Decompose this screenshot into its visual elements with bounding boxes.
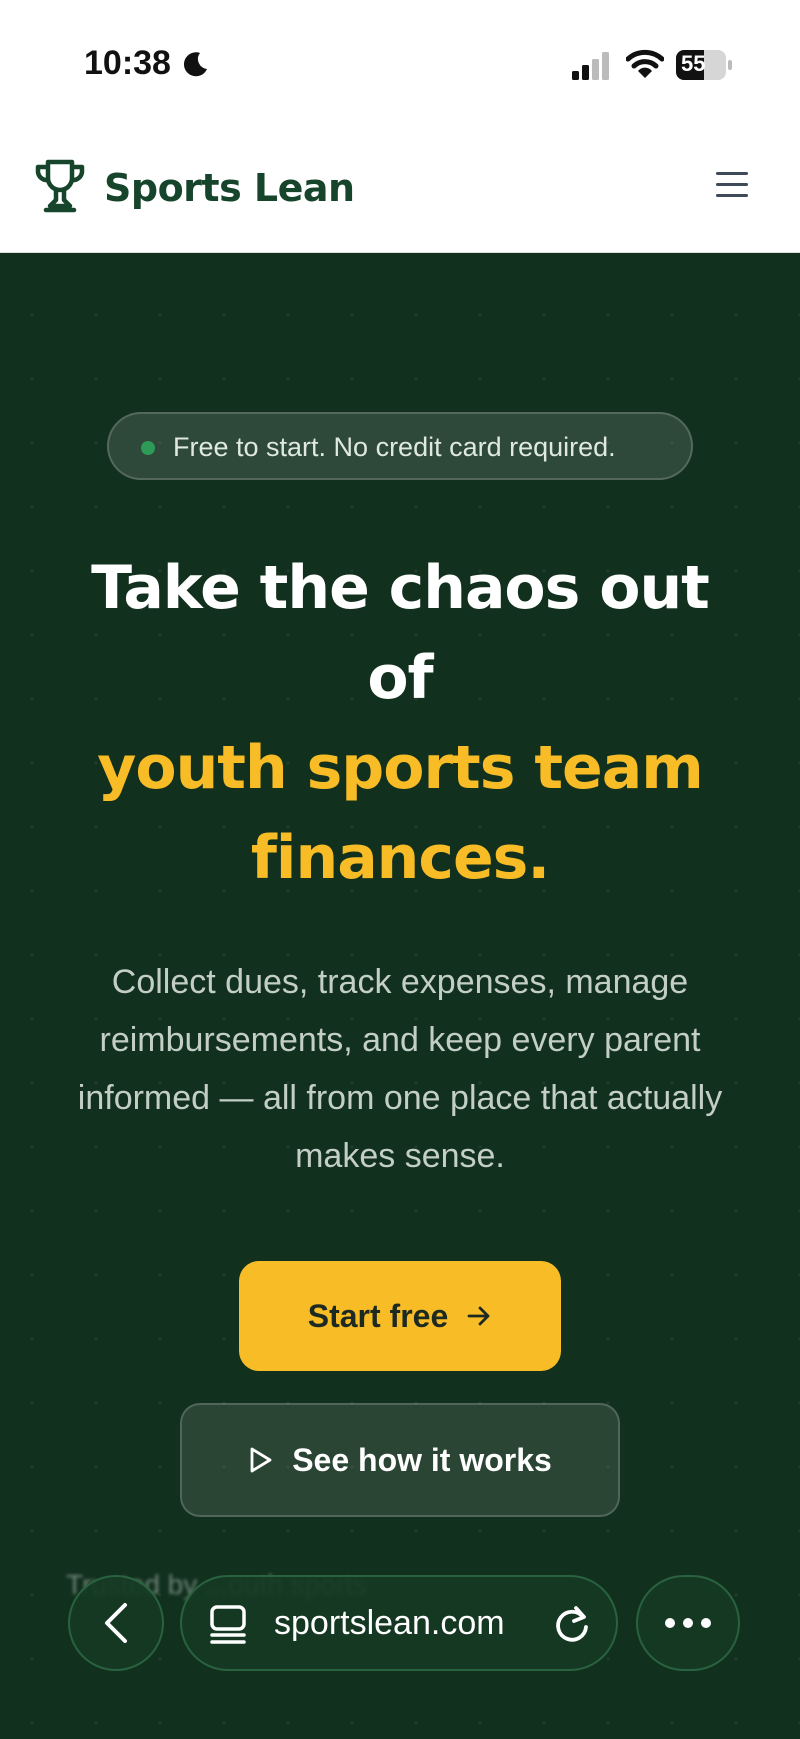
reload-icon[interactable] [552,1603,592,1645]
battery-level: 55 [681,51,706,76]
more-options-button[interactable] [636,1575,740,1671]
hero-subtext: Collect dues, track expenses, manage rei… [77,963,723,1175]
headline-line-2: of [367,643,433,713]
headline-line-1: Take the chaos out [91,553,710,623]
browser-back-button[interactable] [68,1575,164,1671]
signal-icon [572,52,609,80]
start-free-label: Start free [307,1297,449,1334]
play-icon [250,1447,272,1473]
more-icon-dot [701,1618,711,1628]
headline-line-3: youth sports team [97,733,703,803]
back-icon [105,1603,127,1643]
status-bar: 10:38 55 [0,0,800,130]
arrow-right-icon [467,1306,490,1326]
brand-name[interactable]: Sports Lean [104,166,355,210]
headline-line-4: finances. [250,823,550,893]
menu-icon[interactable] [716,172,748,202]
hero-section: Free to start. No credit card required. … [0,253,800,1739]
more-icon [665,1618,675,1628]
moon-icon [183,52,207,77]
url-text[interactable]: sportslean.com [274,1604,505,1643]
site-header: Sports Lean [0,130,800,253]
free-badge-text: Free to start. No credit card required. [173,432,616,462]
start-free-button[interactable]: Start free [239,1261,561,1371]
status-time: 10:38 [84,44,171,82]
more-icon-dot [683,1618,693,1628]
status-dot-icon [141,441,155,455]
free-badge: Free to start. No credit card required. [107,412,693,480]
see-how-button[interactable]: See how it works [180,1403,620,1517]
see-how-label: See how it works [292,1441,552,1478]
tabs-icon[interactable] [208,1603,248,1645]
wifi-icon [626,49,664,78]
url-bar[interactable]: sportslean.com [180,1575,618,1671]
trophy-icon[interactable] [34,158,86,214]
hero-headline: Take the chaos out of youth sports team … [0,543,800,903]
